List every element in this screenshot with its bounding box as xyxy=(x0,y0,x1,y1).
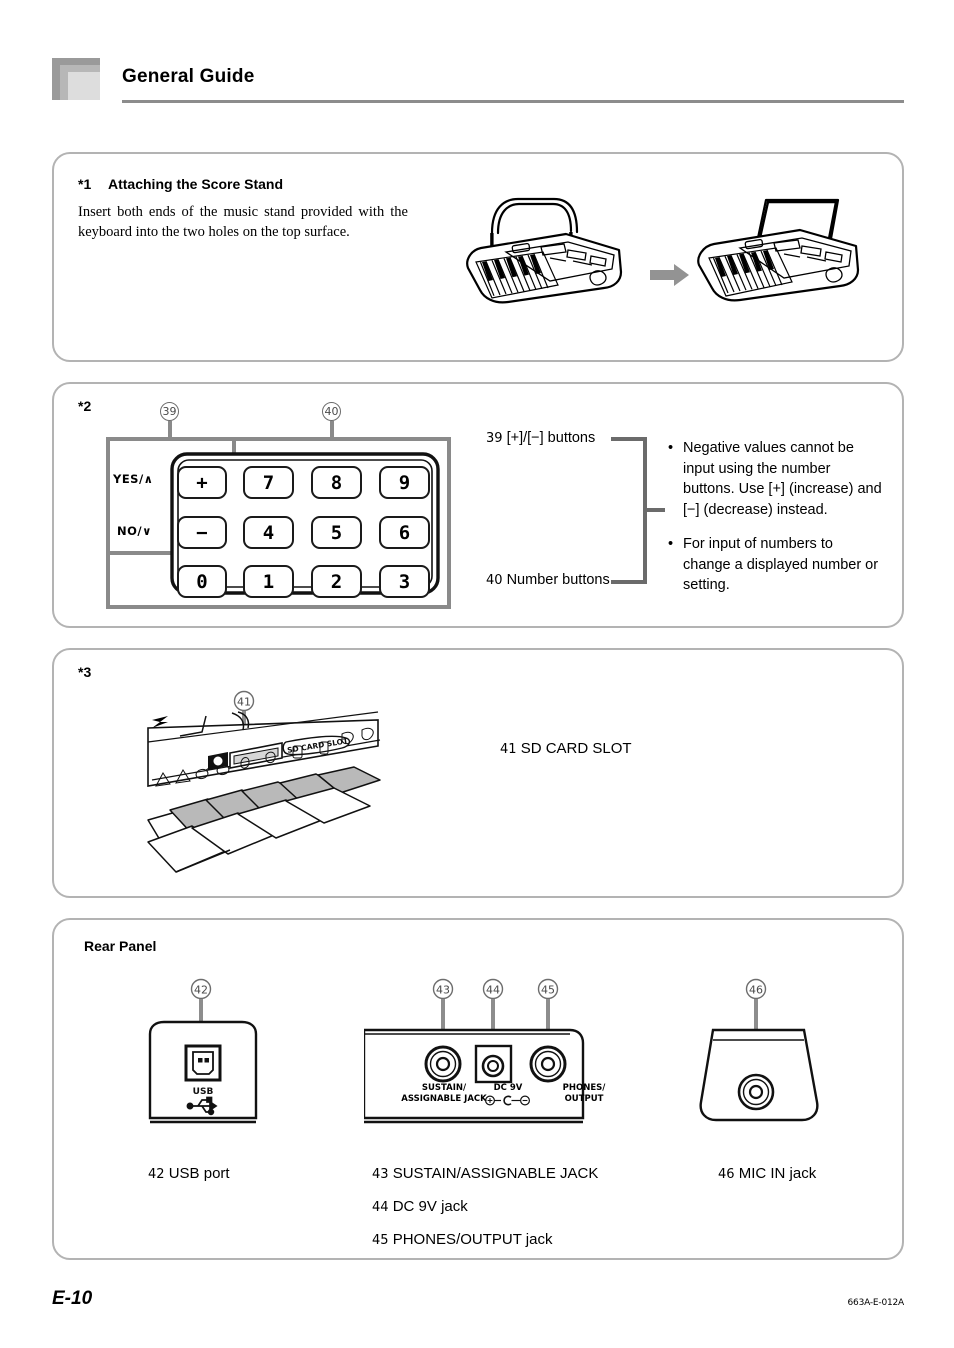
phones-jack-label: PHONES/ OUTPUT xyxy=(511,1083,657,1105)
bracket-bottom-arm xyxy=(611,580,647,584)
legend-46-text: MIC IN jack xyxy=(738,1165,817,1182)
legend-43-text: SUSTAIN/ASSIGNABLE JACK xyxy=(392,1165,599,1182)
svg-text:46: 46 xyxy=(749,984,763,997)
legend-40-text: Number buttons xyxy=(506,572,610,588)
section1-body-text: Insert both ends of the music stand prov… xyxy=(78,204,408,240)
bracket-stem xyxy=(643,508,665,512)
legend-column-usb: 42 USB port xyxy=(148,1165,230,1198)
number-button-9[interactable]: 9 xyxy=(379,466,430,499)
header-divider xyxy=(122,100,904,103)
legend-column-jacks: 43 SUSTAIN/ASSIGNABLE JACK 44 DC 9V jack… xyxy=(372,1165,598,1248)
number-button-4[interactable]: 4 xyxy=(243,516,294,549)
number-button-6[interactable]: 6 xyxy=(379,516,430,549)
svg-text:41: 41 xyxy=(237,696,251,709)
legend-43: 43 SUSTAIN/ASSIGNABLE JACK xyxy=(372,1165,598,1182)
section3-marker: *3 xyxy=(78,664,92,680)
page-number: E-10 xyxy=(52,1288,93,1309)
yes-up-label: YES/∧ xyxy=(113,472,154,486)
legend-46-number: 46 xyxy=(718,1167,735,1182)
legend-40-number: 40 xyxy=(486,573,503,588)
svg-text:45: 45 xyxy=(541,984,555,997)
number-button-1[interactable]: 1 xyxy=(243,565,294,598)
note-bullet-1: Negative values cannot be input using th… xyxy=(668,438,884,520)
legend-39: 39 [+]/[−] buttons xyxy=(486,430,595,446)
legend-39-number: 39 xyxy=(486,431,503,446)
number-button-8[interactable]: 8 xyxy=(311,466,362,499)
mic-in-jack-figure: 46 xyxy=(686,978,846,1130)
callout-40-marker: 40 xyxy=(322,402,341,421)
keyboard-stand-attached-figure xyxy=(674,186,884,306)
legend-41-text: SD CARD SLOT xyxy=(520,740,632,757)
number-button-7[interactable]: 7 xyxy=(243,466,294,499)
svg-text:USB: USB xyxy=(193,1087,214,1097)
keyboard-stand-insert-figure xyxy=(446,186,646,306)
section1-marker: *1 xyxy=(78,176,92,192)
svg-text:43: 43 xyxy=(436,984,450,997)
rear-panel-heading: Rear Panel xyxy=(84,938,157,954)
legend-44: 44 DC 9V jack xyxy=(372,1198,598,1215)
no-down-label: NO/∨ xyxy=(117,524,152,538)
legend-43-number: 43 xyxy=(372,1167,389,1182)
phones-label-line1: PHONES/ xyxy=(562,1083,606,1093)
section-attaching-score-stand: *1 Attaching the Score Stand Insert both… xyxy=(52,152,904,362)
bracket-top-arm xyxy=(611,437,647,441)
number-button-2[interactable]: 2 xyxy=(311,565,362,598)
legend-42-number: 42 xyxy=(148,1167,165,1182)
legend-40: 40 Number buttons xyxy=(486,572,610,588)
logo-square-light xyxy=(68,72,100,100)
number-button-3[interactable]: 3 xyxy=(379,565,430,598)
phones-label-line2: OUTPUT xyxy=(564,1094,604,1104)
legend-46: 46 MIC IN jack xyxy=(718,1165,816,1182)
legend-45-text: PHONES/OUTPUT jack xyxy=(392,1231,553,1248)
legend-44-text: DC 9V jack xyxy=(392,1198,468,1215)
legend-45-number: 45 xyxy=(372,1233,389,1248)
casio-corner-logo-icon xyxy=(52,58,100,100)
page-header: General Guide xyxy=(0,0,954,110)
legend-42: 42 USB port xyxy=(148,1165,230,1182)
number-pad-notes: Negative values cannot be input using th… xyxy=(668,438,884,610)
legend-39-text: [+]/[−] buttons xyxy=(506,430,596,446)
page-title: General Guide xyxy=(122,66,255,87)
minus-button[interactable]: − xyxy=(177,516,227,549)
callout-39-marker: 39 xyxy=(160,402,179,421)
number-button-0[interactable]: 0 xyxy=(177,565,227,598)
number-button-5[interactable]: 5 xyxy=(311,516,362,549)
legend-column-mic: 46 MIC IN jack xyxy=(718,1165,816,1182)
legend-44-number: 44 xyxy=(372,1200,389,1215)
legend-42-text: USB port xyxy=(168,1165,230,1182)
section1-heading: Attaching the Score Stand xyxy=(108,176,284,192)
legend-41: 41 SD CARD SLOT xyxy=(500,740,632,757)
sd-card-slot-figure: 41 SD CARD SLOT xyxy=(146,690,382,876)
legend-41-number: 41 xyxy=(500,742,517,757)
usb-port-figure: 42 USB xyxy=(146,978,276,1130)
legend-45: 45 PHONES/OUTPUT jack xyxy=(372,1231,598,1248)
document-code: 663A-E-012A xyxy=(847,1298,905,1308)
svg-text:44: 44 xyxy=(486,984,500,997)
plus-button[interactable]: + xyxy=(177,466,227,499)
section2-marker: *2 xyxy=(78,398,92,414)
rear-jacks-figure: 43 44 45 xyxy=(364,978,604,1130)
svg-text:42: 42 xyxy=(194,984,208,997)
note-bullet-2: For input of numbers to change a display… xyxy=(668,534,884,596)
